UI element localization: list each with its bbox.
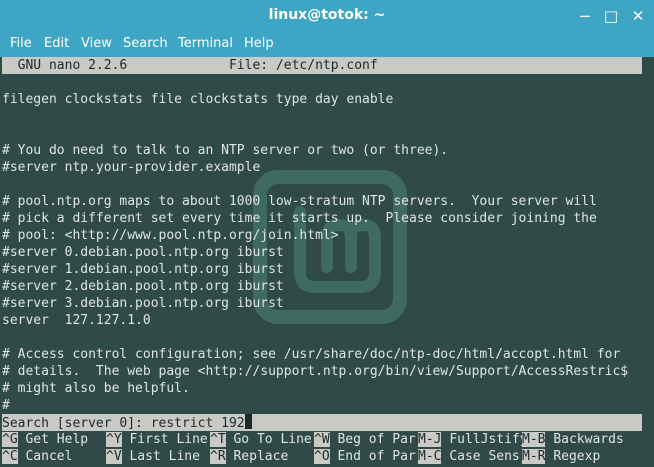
close-button[interactable]: ✕ bbox=[629, 6, 647, 26]
file-line[interactable]: # pool: <http://www.pool.ntp.org/join.ht… bbox=[2, 227, 339, 244]
shortcut-key: M-B bbox=[522, 432, 546, 447]
shortcut-label: Case Sens bbox=[449, 449, 520, 464]
shortcut-key: ^V bbox=[106, 449, 122, 464]
shortcut-item[interactable]: ^O End of Par bbox=[314, 448, 416, 465]
shortcut-item[interactable]: M-C Case Sens bbox=[418, 448, 520, 465]
shortcut-key: ^G bbox=[2, 432, 18, 447]
shortcut-key: ^O bbox=[314, 449, 330, 464]
shortcut-item[interactable]: M-J FullJstify bbox=[418, 431, 528, 448]
text-cursor bbox=[244, 414, 252, 429]
shortcut-label: Beg of Par bbox=[337, 432, 416, 447]
shortcut-item[interactable]: ^Y First Line bbox=[106, 431, 208, 448]
shortcut-label: First Line bbox=[129, 432, 208, 447]
shortcut-item[interactable]: M-B Backwards bbox=[522, 431, 624, 448]
shortcut-label: End of Par bbox=[337, 449, 416, 464]
file-line[interactable]: # bbox=[2, 397, 10, 414]
shortcut-key: M-R bbox=[522, 449, 546, 464]
menu-view[interactable]: View bbox=[81, 36, 112, 51]
file-line[interactable]: #server 3.debian.pool.ntp.org iburst bbox=[2, 295, 284, 312]
shortcut-key: M-J bbox=[418, 432, 442, 447]
file-line[interactable]: # pick a different set every time it sta… bbox=[2, 210, 597, 227]
minimize-button[interactable]: − bbox=[576, 6, 594, 26]
shortcut-label: Regexp bbox=[553, 449, 601, 464]
minimize-icon: − bbox=[578, 7, 592, 25]
file-line[interactable]: # You do need to talk to an NTP server o… bbox=[2, 142, 448, 159]
maximize-icon: □ bbox=[603, 7, 619, 25]
close-icon: ✕ bbox=[631, 7, 645, 25]
shortcut-key: ^Y bbox=[106, 432, 122, 447]
shortcut-item[interactable]: ^R Replace bbox=[210, 448, 288, 465]
file-line[interactable]: # pool.ntp.org maps to about 1000 low-st… bbox=[2, 193, 597, 210]
shortcut-key: ^R bbox=[210, 449, 226, 464]
terminal-area[interactable]: GNU nano 2.2.6 File: /etc/ntp.conf fileg… bbox=[0, 57, 654, 467]
file-line[interactable]: #server 2.debian.pool.ntp.org iburst bbox=[2, 278, 284, 295]
shortcut-label: Get Help bbox=[25, 432, 89, 447]
file-line[interactable]: #server ntp.your-provider.example bbox=[2, 159, 260, 176]
file-line[interactable]: # details. The web page <http://support.… bbox=[2, 363, 628, 380]
shortcut-item[interactable]: ^T Go To Line bbox=[210, 431, 312, 448]
menu-help[interactable]: Help bbox=[244, 36, 274, 51]
window-title: linux@totok: ~ bbox=[268, 7, 386, 23]
file-line[interactable]: #server 1.debian.pool.ntp.org iburst bbox=[2, 261, 284, 278]
maximize-button[interactable]: □ bbox=[602, 6, 620, 26]
shortcut-label: Cancel bbox=[25, 449, 73, 464]
menu-terminal[interactable]: Terminal bbox=[178, 36, 233, 51]
shortcut-label: Go To Line bbox=[233, 432, 312, 447]
titlebar[interactable]: linux@totok: ~ − □ ✕ bbox=[0, 0, 654, 33]
shortcut-key: ^C bbox=[2, 449, 18, 464]
menu-file[interactable]: File bbox=[10, 36, 32, 51]
shortcut-key: ^T bbox=[210, 432, 226, 447]
shortcut-item[interactable]: ^G Get Help bbox=[2, 431, 88, 448]
shortcut-label: Backwards bbox=[553, 432, 624, 447]
shortcut-item[interactable]: ^V Last Line bbox=[106, 448, 200, 465]
shortcut-item[interactable]: ^W Beg of Par bbox=[314, 431, 416, 448]
file-line[interactable]: #server 0.debian.pool.ntp.org iburst bbox=[2, 244, 284, 261]
search-prompt: Search [server 0]: restrict 192 bbox=[2, 416, 245, 431]
shortcut-label: FullJstify bbox=[449, 432, 528, 447]
menu-edit[interactable]: Edit bbox=[44, 36, 69, 51]
scrollbar[interactable] bbox=[642, 57, 654, 467]
search-prompt-bar[interactable]: Search [server 0]: restrict 192 bbox=[2, 414, 642, 431]
shortcut-item[interactable]: M-R Regexp bbox=[522, 448, 600, 465]
shortcut-label: Last Line bbox=[129, 449, 200, 464]
file-line[interactable]: filegen clockstats file clockstats type … bbox=[2, 91, 393, 108]
file-line[interactable]: # might also be helpful. bbox=[2, 380, 190, 397]
shortcut-key: ^W bbox=[314, 432, 330, 447]
shortcut-label: Replace bbox=[233, 449, 289, 464]
menubar: File Edit View Search Terminal Help bbox=[0, 33, 654, 57]
file-line[interactable]: server 127.127.1.0 bbox=[2, 312, 151, 329]
shortcut-key: M-C bbox=[418, 449, 442, 464]
nano-header-bar: GNU nano 2.2.6 File: /etc/ntp.conf bbox=[2, 57, 642, 74]
shortcut-item[interactable]: ^C Cancel bbox=[2, 448, 72, 465]
menu-search[interactable]: Search bbox=[123, 36, 168, 51]
terminal-window: linux@totok: ~ − □ ✕ File Edit View Sear… bbox=[0, 0, 654, 467]
file-line[interactable]: # Access control configuration; see /usr… bbox=[2, 346, 620, 363]
